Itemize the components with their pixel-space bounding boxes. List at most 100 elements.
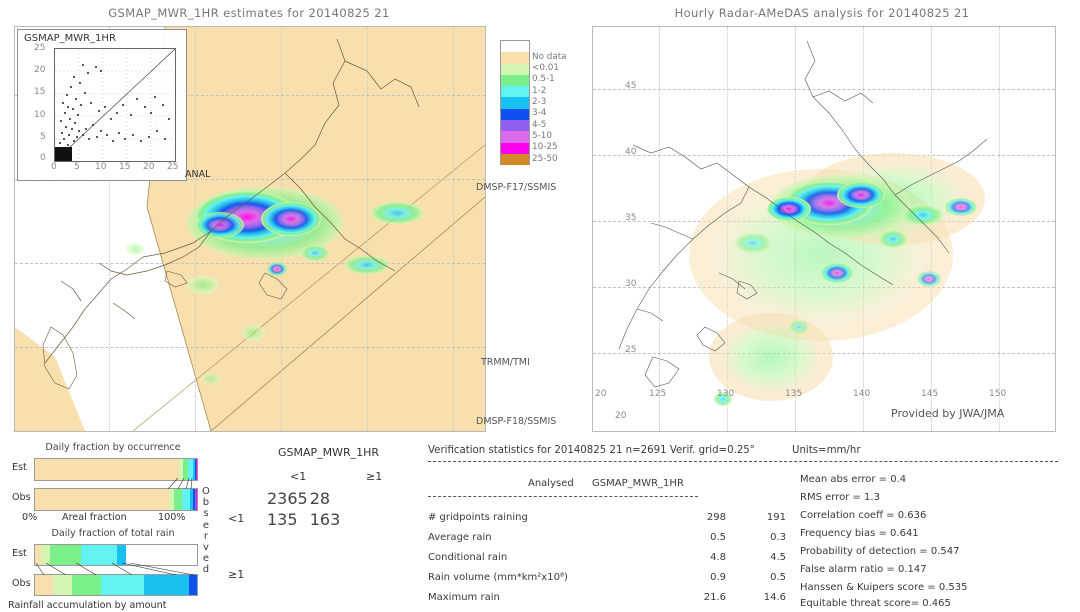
stat-row-label: Conditional rain — [428, 552, 508, 563]
anal-label: ANAL — [185, 169, 211, 180]
contingency-table: 2365 28 135 163 — [266, 488, 341, 530]
colorbar-label: 10-25 — [532, 142, 558, 152]
contingency-col-header-ge1: ≥1 — [366, 470, 383, 483]
scatter-axes — [54, 48, 176, 162]
stat-row-analysed: 0.9 — [710, 572, 726, 583]
stat-row-label: # gridpoints raining — [428, 512, 528, 523]
lon-tick: 145 — [921, 389, 939, 399]
stat-row-model: 191 — [766, 512, 786, 523]
stat-row-analysed: 4.8 — [710, 552, 726, 563]
table-row: 2365 28 — [266, 488, 341, 509]
verification-subdivider — [428, 496, 698, 497]
colorbar-swatch — [500, 153, 530, 166]
lon-tick: 125 — [649, 389, 667, 399]
bar-segment — [35, 459, 180, 480]
gsmap-estimate-map[interactable]: GSMAP_MWR_1HR 25 20 15 10 5 0 0 5 10 15 … — [14, 26, 486, 432]
score-item: Correlation coeff = 0.636 — [800, 510, 927, 521]
cell-lt1-ge1: 28 — [309, 489, 331, 508]
scatter-inset[interactable]: GSMAP_MWR_1HR 25 20 15 10 5 0 0 5 10 15 … — [17, 29, 187, 181]
colorbar-label: 3-4 — [532, 108, 547, 118]
rain-chart-caption: Rainfall accumulation by amount — [8, 600, 167, 611]
data-credit: Provided by JWA/JMA — [891, 407, 1005, 420]
bar-segment — [41, 545, 51, 565]
rain-connector-lines — [35, 563, 195, 575]
rain-fraction-chart: Daily fraction of total rain Est Obs — [10, 528, 200, 598]
observed-axis-label: Ob se rv ed — [202, 486, 210, 576]
radar-amedas-map[interactable]: 45 40 35 30 25 20 125 130 135 140 145 15… — [592, 26, 1056, 432]
colorbar-swatch — [500, 120, 530, 132]
occurrence-axis-left: 0% — [22, 512, 38, 523]
lon-tick: 135 — [785, 389, 803, 399]
contingency-col-header-lt1: <1 — [290, 470, 307, 483]
swath-label-f17: DMSP-F17/SSMIS — [476, 182, 557, 193]
bar-segment — [143, 575, 189, 595]
bar-segment — [188, 575, 197, 595]
stat-row-label: Maximum rain — [428, 592, 500, 603]
corner-tick: 20 — [615, 411, 627, 421]
score-item: Equitable threat score= 0.465 — [800, 598, 951, 609]
colorbar-swatch — [500, 86, 530, 98]
bar-segment — [182, 489, 190, 510]
colorbar-swatch — [500, 63, 530, 75]
colorbar-label: 5-10 — [532, 131, 552, 141]
stat-row-model: 14.6 — [763, 592, 786, 603]
lon-tick: 150 — [989, 389, 1007, 399]
colorbar-label: <0.01 — [532, 63, 559, 73]
occurrence-obs-label: Obs — [12, 492, 31, 503]
colorbar-label: No data — [532, 52, 567, 62]
verification-col-model: GSMAP_MWR_1HR — [592, 478, 684, 489]
colorbar-swatch — [500, 97, 530, 109]
bar-segment — [81, 545, 117, 565]
colorbar-label: 25-50 — [532, 154, 558, 164]
cell-hit-lt1-lt1: 2365 — [267, 489, 308, 508]
verification-divider — [428, 461, 1058, 462]
contingency-row-header-lt1: <1 — [228, 512, 245, 525]
colorbar-label: 0.5-1 — [532, 74, 555, 84]
stat-row-analysed: 21.6 — [703, 592, 726, 603]
rain-obs-bar — [34, 574, 198, 596]
stat-row-model: 4.5 — [770, 552, 786, 563]
occurrence-est-label: Est — [12, 462, 27, 473]
stat-row-analysed: 0.5 — [710, 532, 726, 543]
lat-tick: 45 — [625, 81, 637, 91]
verification-header: Verification statistics for 20140825 21 … — [428, 445, 755, 456]
score-item: False alarm ratio = 0.147 — [800, 564, 927, 575]
score-item: Mean abs error = 0.4 — [800, 474, 907, 485]
contingency-row-header-ge1: ≥1 — [228, 568, 245, 581]
bar-segment — [174, 489, 183, 510]
stat-row-model: 0.5 — [770, 572, 786, 583]
bar-segment — [50, 545, 82, 565]
bar-segment — [116, 545, 127, 565]
units-note: Units=mm/hr — [792, 445, 861, 456]
bar-segment — [72, 575, 102, 595]
colorbar-swatch — [500, 40, 530, 53]
colorbar-label: 1-2 — [532, 86, 547, 96]
score-item: Frequency bias = 0.641 — [800, 528, 919, 539]
colorbar-label: 4-5 — [532, 120, 547, 130]
stat-row-label: Rain volume (mm*km²x10⁸) — [428, 572, 568, 583]
colorbar-swatch — [500, 74, 530, 87]
rain-chart-title: Daily fraction of total rain — [51, 528, 175, 539]
lat-tick: 20 — [595, 389, 607, 399]
lon-tick: 140 — [853, 389, 871, 399]
occurrence-chart: Daily fraction by occurrence Est Obs — [10, 442, 200, 511]
cell-ge1-ge1: 163 — [309, 510, 341, 529]
colorbar-swatch — [500, 108, 530, 121]
lat-tick: 25 — [625, 345, 637, 355]
occurrence-chart-title: Daily fraction by occurrence — [45, 442, 181, 453]
rain-obs-label: Obs — [12, 578, 31, 589]
bar-segment — [101, 575, 144, 595]
stat-row-label: Average rain — [428, 532, 492, 543]
bar-segment — [35, 489, 169, 510]
bar-segment — [52, 575, 73, 595]
lat-tick: 35 — [625, 213, 637, 223]
lat-tick: 30 — [625, 279, 637, 289]
score-item: RMS error = 1.3 — [800, 492, 880, 503]
occurrence-axis-right: 100% — [158, 512, 186, 523]
colorbar-swatch — [500, 52, 530, 64]
occurrence-connector-lines — [167, 478, 193, 489]
bar-segment — [35, 575, 53, 595]
score-item: Hanssen & Kuipers score = 0.535 — [800, 582, 968, 593]
table-row: 135 163 — [266, 509, 341, 530]
left-panel-title: GSMAP_MWR_1HR estimates for 20140825 21 — [108, 6, 390, 20]
